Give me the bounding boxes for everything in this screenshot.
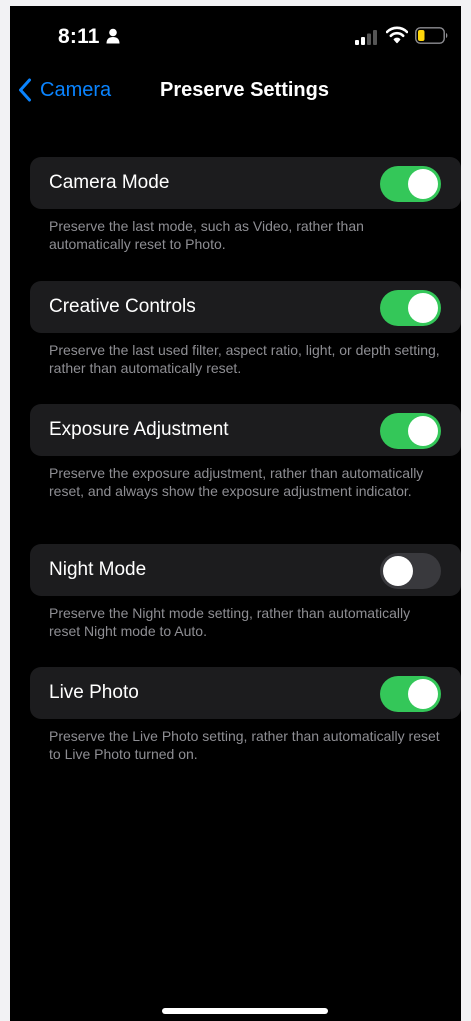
toggle-knob xyxy=(408,169,438,199)
setting-label: Live Photo xyxy=(49,682,139,703)
wifi-icon xyxy=(386,26,408,44)
toggle-knob xyxy=(408,679,438,709)
setting-row: Live Photo xyxy=(30,667,461,719)
setting-row: Creative Controls xyxy=(30,281,461,333)
setting-group-night-mode: Night Mode Preserve the Night mode setti… xyxy=(30,544,461,640)
setting-description: Preserve the Night mode setting, rather … xyxy=(49,605,411,639)
setting-label: Camera Mode xyxy=(49,172,170,193)
toggle-knob xyxy=(383,556,413,586)
setting-row: Exposure Adjustment xyxy=(30,404,461,456)
toggle-knob xyxy=(408,293,438,323)
setting-description: Preserve the Live Photo setting, rather … xyxy=(49,728,440,762)
status-time: 8:11 xyxy=(58,25,100,48)
setting-description: Preserve the exposure adjustment, rather… xyxy=(49,465,424,499)
navigation-bar: Camera Preserve Settings xyxy=(10,66,461,110)
home-indicator[interactable] xyxy=(162,1008,328,1014)
setting-group-live-photo: Live Photo Preserve the Live Photo setti… xyxy=(30,667,461,763)
battery-icon xyxy=(415,27,448,44)
setting-row: Night Mode xyxy=(30,544,461,596)
setting-description: Preserve the last mode, such as Video, r… xyxy=(49,218,364,252)
phone-screen: 8:11 Camera Preserve Settings Camera Mod… xyxy=(10,6,461,1021)
back-button-label: Camera xyxy=(40,78,112,101)
setting-group-exposure-adjustment: Exposure Adjustment Preserve the exposur… xyxy=(30,404,461,500)
setting-description: Preserve the last used filter, aspect ra… xyxy=(49,342,440,376)
setting-group-camera-mode: Camera Mode Preserve the last mode, such… xyxy=(30,157,461,253)
night-mode-toggle[interactable] xyxy=(380,553,441,589)
setting-label: Exposure Adjustment xyxy=(49,419,229,440)
exposure-adjustment-toggle[interactable] xyxy=(380,413,441,449)
chevron-left-icon xyxy=(19,78,31,102)
page-title: Preserve Settings xyxy=(160,79,329,101)
status-bar: 8:11 xyxy=(10,6,461,66)
cellular-signal-icon xyxy=(355,30,377,45)
live-photo-toggle[interactable] xyxy=(380,676,441,712)
setting-row: Camera Mode xyxy=(30,157,461,209)
setting-label: Night Mode xyxy=(49,559,147,580)
camera-mode-toggle[interactable] xyxy=(380,166,441,202)
back-button[interactable]: Camera xyxy=(18,76,111,104)
setting-group-creative-controls: Creative Controls Preserve the last used… xyxy=(30,281,461,377)
setting-label: Creative Controls xyxy=(49,296,196,317)
toggle-knob xyxy=(408,416,438,446)
person-icon xyxy=(106,28,120,44)
creative-controls-toggle[interactable] xyxy=(380,290,441,326)
